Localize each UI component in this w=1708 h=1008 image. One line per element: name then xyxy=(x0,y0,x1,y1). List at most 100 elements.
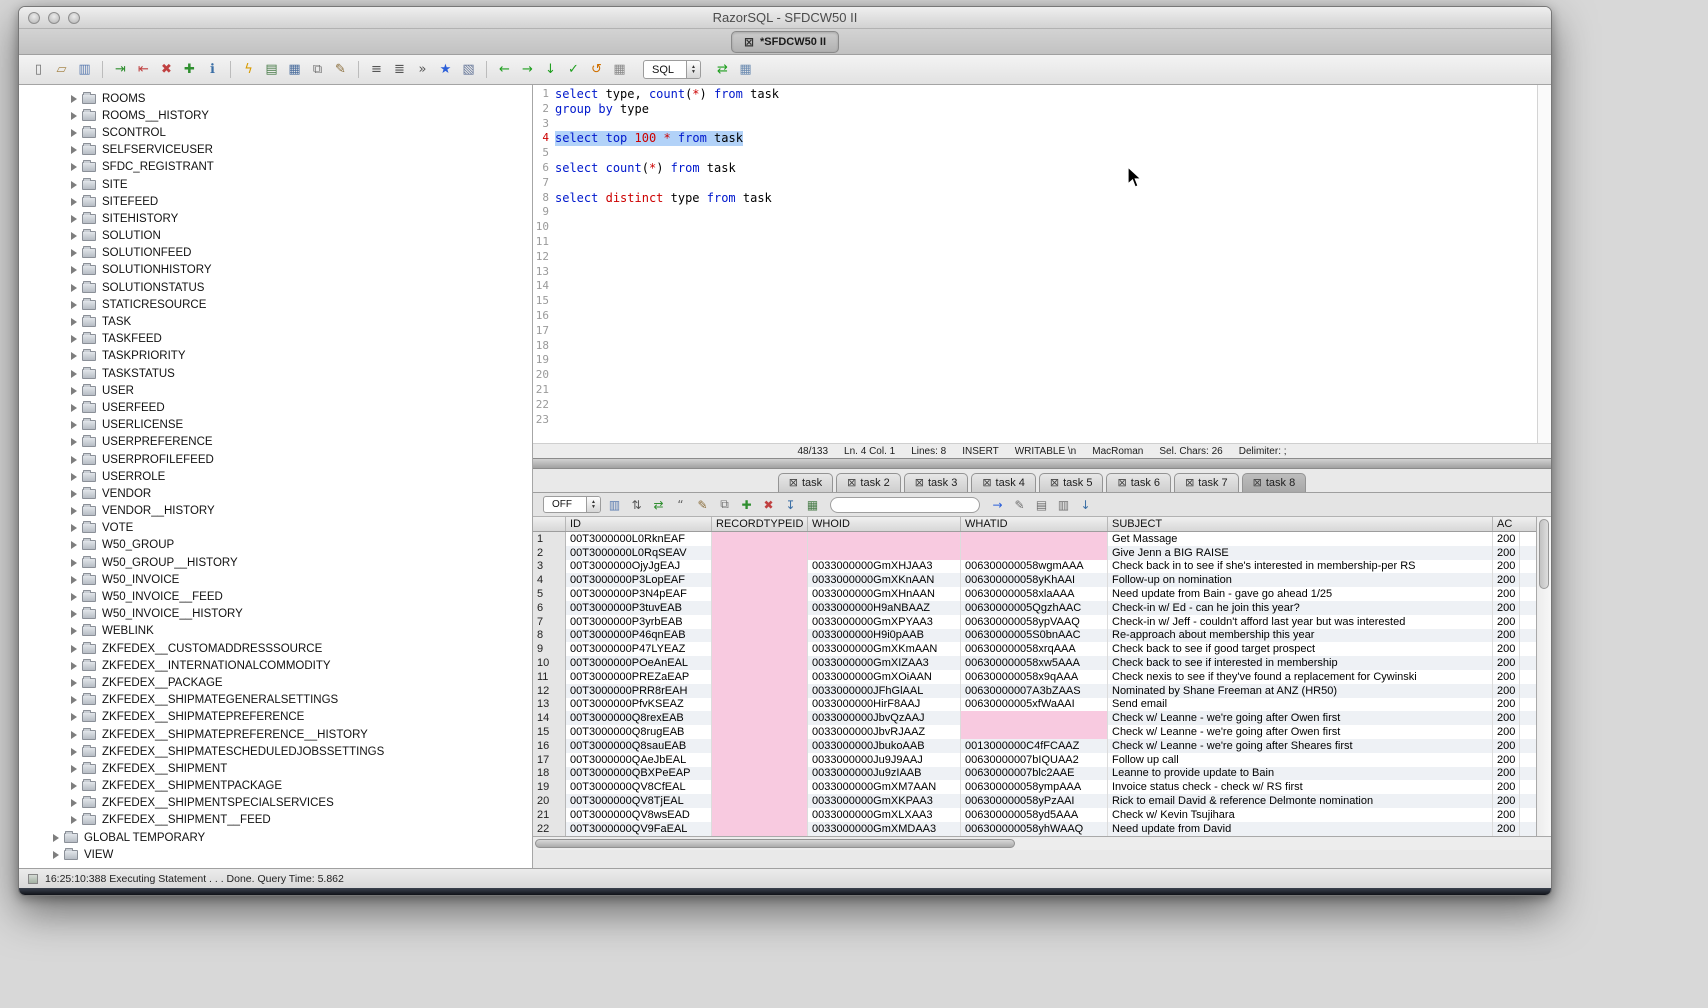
column-header-subject[interactable]: SUBJECT xyxy=(1108,517,1493,531)
table-row[interactable]: 500T3000000P3N4pEAF0033000000GmXHnAAN006… xyxy=(533,587,1536,601)
tree-item-w50-invoice-feed[interactable]: W50_INVOICE__FEED xyxy=(19,588,532,605)
tree-item-solutionfeed[interactable]: SOLUTIONFEED xyxy=(19,245,532,262)
commit-icon[interactable]: ✓ xyxy=(564,60,583,79)
disclosure-triangle-icon[interactable] xyxy=(71,713,77,721)
tree-item-zkfedex-customaddresssource[interactable]: ZKFEDEX__CUSTOMADDRESSSOURCE xyxy=(19,640,532,657)
close-tab-icon[interactable]: ⊠ xyxy=(744,35,754,49)
tree-item-user[interactable]: USER xyxy=(19,382,532,399)
disclosure-triangle-icon[interactable] xyxy=(71,748,77,756)
save-file-icon[interactable]: ▥ xyxy=(1055,496,1072,513)
results-horizontal-scrollbar[interactable] xyxy=(533,836,1551,850)
disclosure-triangle-icon[interactable] xyxy=(71,95,77,103)
tree-item-staticresource[interactable]: STATICRESOURCE xyxy=(19,296,532,313)
tree-item-scontrol[interactable]: SCONTROL xyxy=(19,124,532,141)
tree-item-zkfedex-shipmategeneralsettings[interactable]: ZKFEDEX__SHIPMATEGENERALSETTINGS xyxy=(19,692,532,709)
view-contents-icon[interactable]: ▦ xyxy=(285,60,304,79)
disclosure-triangle-icon[interactable] xyxy=(71,421,77,429)
tree-item-zkfedex-shipment[interactable]: ZKFEDEX__SHIPMENT xyxy=(19,760,532,777)
edit-sql-icon[interactable]: ✎ xyxy=(1011,496,1028,513)
scrollbar-thumb[interactable] xyxy=(1539,519,1549,589)
back-icon[interactable]: ← xyxy=(495,60,514,79)
sort-filter-icon[interactable]: ⇅ xyxy=(628,496,645,513)
tree-item-userpreference[interactable]: USERPREFERENCE xyxy=(19,434,532,451)
zoom-button[interactable] xyxy=(68,12,80,24)
tree-item-zkfedex-shipmatepreference-history[interactable]: ZKFEDEX__SHIPMATEPREFERENCE__HISTORY xyxy=(19,726,532,743)
disclosure-triangle-icon[interactable] xyxy=(71,387,77,395)
editor-vertical-scrollbar[interactable] xyxy=(1537,85,1551,443)
disclosure-triangle-icon[interactable] xyxy=(71,370,77,378)
result-tab-task-3[interactable]: ⊠task 3 xyxy=(904,473,969,492)
tree-item-w50-invoice-history[interactable]: W50_INVOICE__HISTORY xyxy=(19,606,532,623)
disclosure-triangle-icon[interactable] xyxy=(71,249,77,257)
disclosure-triangle-icon[interactable] xyxy=(71,198,77,206)
tree-item-task[interactable]: TASK xyxy=(19,313,532,330)
disclosure-triangle-icon[interactable] xyxy=(71,266,77,274)
table-row[interactable]: 900T3000000P47LYEAZ0033000000GmXKmAAN006… xyxy=(533,642,1536,656)
disclosure-triangle-icon[interactable] xyxy=(71,507,77,515)
tree-item-userlicense[interactable]: USERLICENSE xyxy=(19,417,532,434)
close-tab-icon[interactable]: ⊠ xyxy=(1117,476,1126,489)
table-row[interactable]: 1300T3000000PfvKSEAZ0033000000HirF8AAJ00… xyxy=(533,698,1536,712)
disclosure-triangle-icon[interactable] xyxy=(71,215,77,223)
disclosure-triangle-icon[interactable] xyxy=(71,181,77,189)
horizontal-splitter[interactable] xyxy=(533,458,1551,469)
disclosure-triangle-icon[interactable] xyxy=(71,731,77,739)
download-icon[interactable]: ↓ xyxy=(1077,496,1094,513)
result-tab-task-8[interactable]: ⊠task 8 xyxy=(1242,473,1307,492)
table-row[interactable]: 400T3000000P3LopEAF0033000000GmXKnAAN006… xyxy=(533,573,1536,587)
disclosure-triangle-icon[interactable] xyxy=(71,163,77,171)
quotes-icon[interactable]: “ xyxy=(672,496,689,513)
tree-item-rooms-history[interactable]: ROOMS__HISTORY xyxy=(19,107,532,124)
column-header-recordtypeid[interactable]: RECORDTYPEID xyxy=(712,517,808,531)
close-tab-icon[interactable]: ⊠ xyxy=(1253,476,1262,489)
results-table[interactable]: IDRECORDTYPEIDWHOIDWHATIDSUBJECTAC 100T3… xyxy=(533,517,1536,836)
result-tab-task-5[interactable]: ⊠task 5 xyxy=(1039,473,1104,492)
tree-item-zkfedex-shipmatepreference[interactable]: ZKFEDEX__SHIPMATEPREFERENCE xyxy=(19,709,532,726)
table-row[interactable]: 600T3000000P3tuvEAB0033000000H9aNBAAZ006… xyxy=(533,601,1536,615)
table-row[interactable]: 1500T3000000Q8rugEAB0033000000JbvRJAAZCh… xyxy=(533,725,1536,739)
column-header-whoid[interactable]: WHOID xyxy=(808,517,961,531)
tree-item-vote[interactable]: VOTE xyxy=(19,520,532,537)
export-results-icon[interactable]: ↧ xyxy=(782,496,799,513)
disclosure-triangle-icon[interactable] xyxy=(71,318,77,326)
tree-item-global-temporary[interactable]: GLOBAL TEMPORARY xyxy=(19,829,532,846)
tree-item-vendor[interactable]: VENDOR xyxy=(19,485,532,502)
disclosure-triangle-icon[interactable] xyxy=(71,284,77,292)
dropdown-stepper-icon[interactable]: ▲▼ xyxy=(586,497,600,512)
disclosure-triangle-icon[interactable] xyxy=(71,576,77,584)
table-row[interactable]: 1800T3000000QBXPeEAP0033000000Ju9zIAAB00… xyxy=(533,767,1536,781)
table-row[interactable]: 800T3000000P46qnEAB0033000000H9i0pAAB006… xyxy=(533,629,1536,643)
import-data-icon[interactable]: ⇥ xyxy=(111,60,130,79)
fetch-results-icon[interactable]: ↓ xyxy=(541,60,560,79)
disclosure-triangle-icon[interactable] xyxy=(53,834,59,842)
insert-row-icon[interactable]: ✚ xyxy=(738,496,755,513)
close-tab-icon[interactable]: ⊠ xyxy=(1185,476,1194,489)
export-data-icon[interactable]: ⇤ xyxy=(134,60,153,79)
tree-item-rooms[interactable]: ROOMS xyxy=(19,90,532,107)
disclosure-triangle-icon[interactable] xyxy=(71,146,77,154)
table-row[interactable]: 100T3000000L0RknEAFGet Massage200 xyxy=(533,532,1536,546)
tree-item-solutionhistory[interactable]: SOLUTIONHISTORY xyxy=(19,262,532,279)
table-row[interactable]: 2200T3000000QV9FaEAL0033000000GmXMDAA300… xyxy=(533,822,1536,836)
save-icon[interactable]: ▥ xyxy=(75,60,94,79)
table-row[interactable]: 200T3000000L0RqSEAVGive Jenn a BIG RAISE… xyxy=(533,546,1536,560)
table-row[interactable]: 1700T3000000QAeJbEAL0033000000Ju9J9AAJ00… xyxy=(533,753,1536,767)
tree-item-taskstatus[interactable]: TASKSTATUS xyxy=(19,365,532,382)
disclosure-triangle-icon[interactable] xyxy=(71,610,77,618)
close-tab-icon[interactable]: ⊠ xyxy=(847,476,856,489)
disclosure-triangle-icon[interactable] xyxy=(71,490,77,498)
table-row[interactable]: 700T3000000P3yrbEAB0033000000GmXPYAA3006… xyxy=(533,615,1536,629)
forward-icon[interactable]: → xyxy=(518,60,537,79)
tree-item-zkfedex-shipmentpackage[interactable]: ZKFEDEX__SHIPMENTPACKAGE xyxy=(19,778,532,795)
disclosure-triangle-icon[interactable] xyxy=(71,559,77,567)
close-tab-icon[interactable]: ⊠ xyxy=(789,476,798,489)
object-info-icon[interactable]: ℹ xyxy=(203,60,222,79)
copy-results-icon[interactable]: ⧉ xyxy=(716,496,733,513)
execute-sql-icon[interactable]: ϟ xyxy=(239,60,258,79)
disclosure-triangle-icon[interactable] xyxy=(71,301,77,309)
reexecute-icon[interactable]: ⇄ xyxy=(650,496,667,513)
table-row[interactable]: 1900T3000000QV8CfEAL0033000000GmXM7AAN00… xyxy=(533,780,1536,794)
close-tab-icon[interactable]: ⊠ xyxy=(915,476,924,489)
disclosure-triangle-icon[interactable] xyxy=(71,662,77,670)
result-tab-task-4[interactable]: ⊠task 4 xyxy=(971,473,1036,492)
